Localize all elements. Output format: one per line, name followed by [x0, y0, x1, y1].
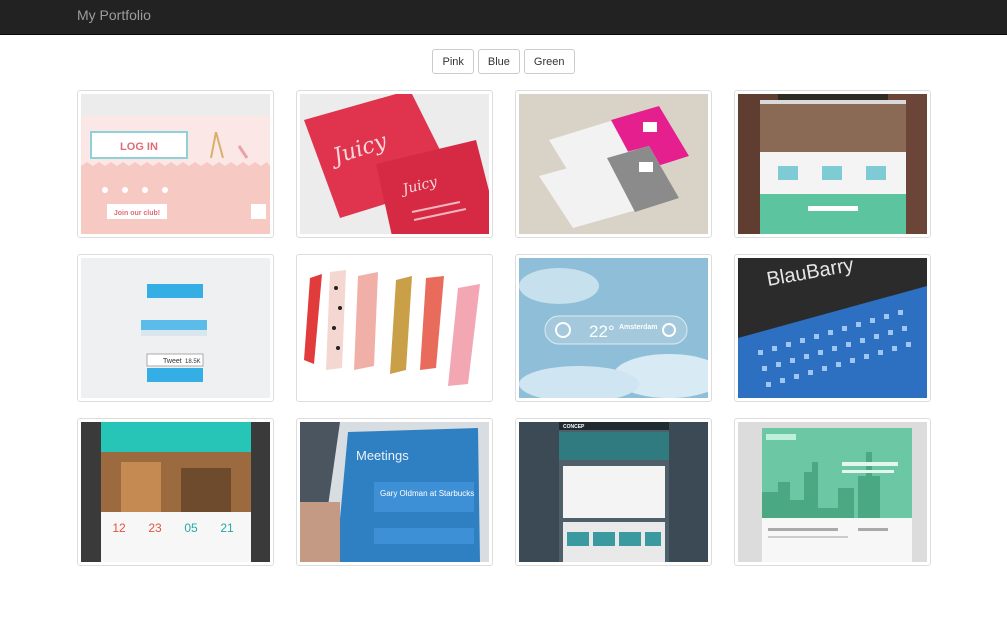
portfolio-item-architecture-site[interactable]	[734, 90, 931, 238]
thumbnail-image	[300, 258, 489, 398]
concept-logo-text: CONCEP	[563, 424, 585, 430]
portfolio-item-blaubarry-icons[interactable]: BlauBarry	[734, 254, 931, 402]
portfolio-item-countdown-site[interactable]: 12 23 05 21	[77, 418, 274, 566]
brand-link[interactable]: My Portfolio	[77, 7, 151, 23]
filter-green-button[interactable]: Green	[523, 49, 575, 74]
countdown-minutes: 05	[184, 521, 198, 535]
thumbnail-image	[738, 422, 927, 562]
filter-pink-button[interactable]: Pink	[432, 49, 474, 74]
thumbnail-image: Tweet 18.5K	[81, 258, 270, 398]
thumbnail-image: CONCEP	[519, 422, 708, 562]
thumbnail-image: 12 23 05 21	[81, 422, 270, 562]
portfolio-grid: LOG IN Join our club! Juicy Juicy Tweet …	[77, 90, 931, 566]
thumbnail-image: Juicy Juicy	[300, 94, 489, 234]
filter-button-group: Pink Blue Green	[0, 49, 1007, 74]
portfolio-item-concept-site[interactable]: CONCEP	[515, 418, 712, 566]
filter-blue-button[interactable]: Blue	[477, 49, 520, 74]
portfolio-item-tweet-button[interactable]: Tweet 18.5K	[77, 254, 274, 402]
thumbnail-image: 22° Amsterdam	[519, 258, 708, 398]
portfolio-item-juicy-cards[interactable]: Juicy Juicy	[296, 90, 493, 238]
countdown-seconds: 21	[220, 521, 234, 535]
countdown-days: 12	[112, 521, 126, 535]
portfolio-item-weather-widget[interactable]: 22° Amsterdam	[515, 254, 712, 402]
temperature-text: 22°	[589, 322, 615, 341]
thumbnail-image: Meetings Gary Oldman at Starbucks	[300, 422, 489, 562]
top-navbar: My Portfolio	[0, 0, 1007, 35]
join-club-text: Join our club!	[114, 210, 160, 217]
portfolio-item-business-cards[interactable]	[515, 90, 712, 238]
portfolio-item-city-site[interactable]	[734, 418, 931, 566]
thumbnail-image	[738, 94, 927, 234]
thumbnail-image	[519, 94, 708, 234]
portfolio-item-meetings-app[interactable]: Meetings Gary Oldman at Starbucks	[296, 418, 493, 566]
countdown-hours: 23	[148, 521, 162, 535]
tweet-label: Tweet	[163, 358, 182, 365]
meeting-entry-text: Gary Oldman at Starbucks	[380, 489, 474, 498]
login-text: LOG IN	[120, 141, 158, 153]
city-text: Amsterdam	[619, 324, 658, 331]
thumbnail-image: BlauBarry	[738, 258, 927, 398]
portfolio-item-paint-swatches[interactable]	[296, 254, 493, 402]
tweet-count: 18.5K	[185, 359, 201, 365]
meetings-title-text: Meetings	[356, 448, 409, 463]
thumbnail-image: LOG IN Join our club!	[81, 94, 270, 234]
portfolio-item-login-form[interactable]: LOG IN Join our club!	[77, 90, 274, 238]
